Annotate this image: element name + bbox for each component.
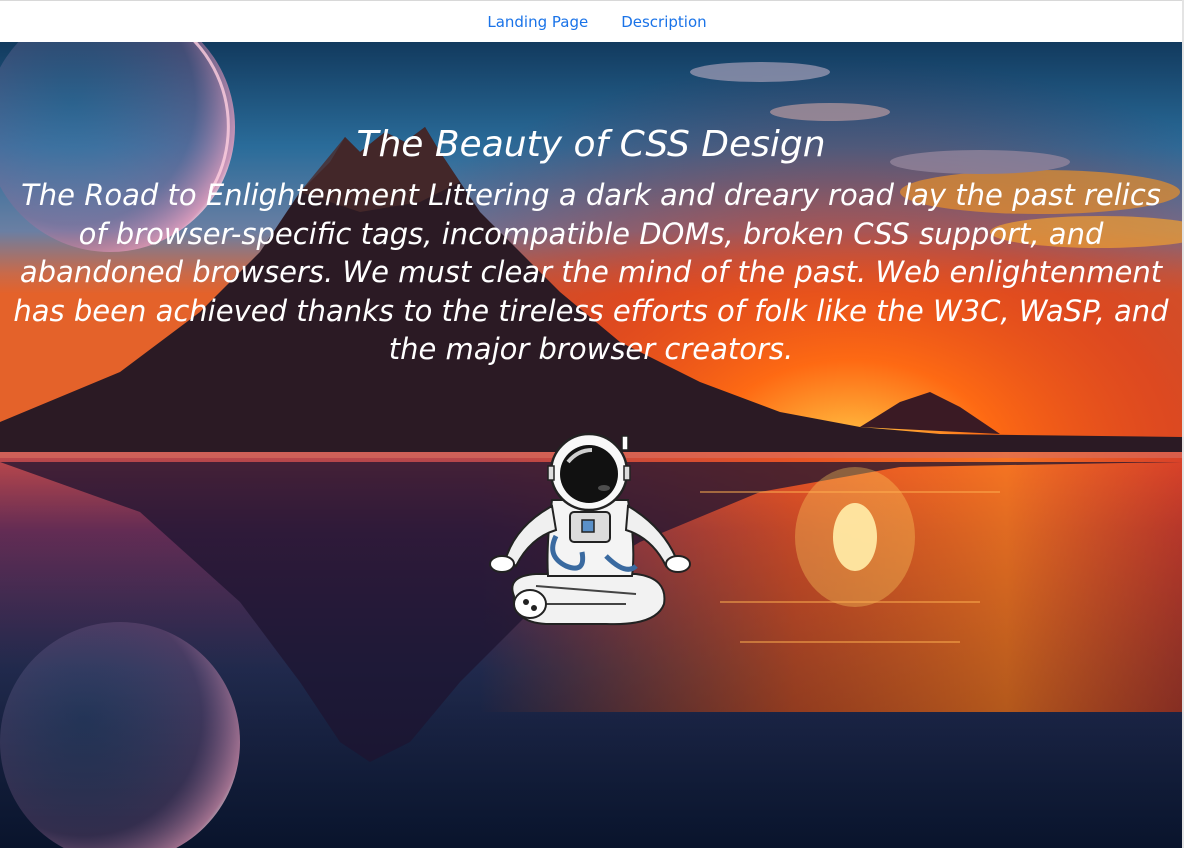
hero-section: The Beauty of CSS Design The Road to Enl… [0,120,1182,369]
nav-link-description[interactable]: Description [621,13,706,31]
page: Landing Page Description The Beauty of C… [0,0,1184,848]
hero-description: The Road to Enlightenment Littering a da… [13,178,1169,366]
page-title: The Beauty of CSS Design [356,124,826,165]
nav-link-landing-page[interactable]: Landing Page [487,13,588,31]
top-nav: Landing Page Description [0,0,1184,42]
meditating-astronaut-image [489,432,691,626]
